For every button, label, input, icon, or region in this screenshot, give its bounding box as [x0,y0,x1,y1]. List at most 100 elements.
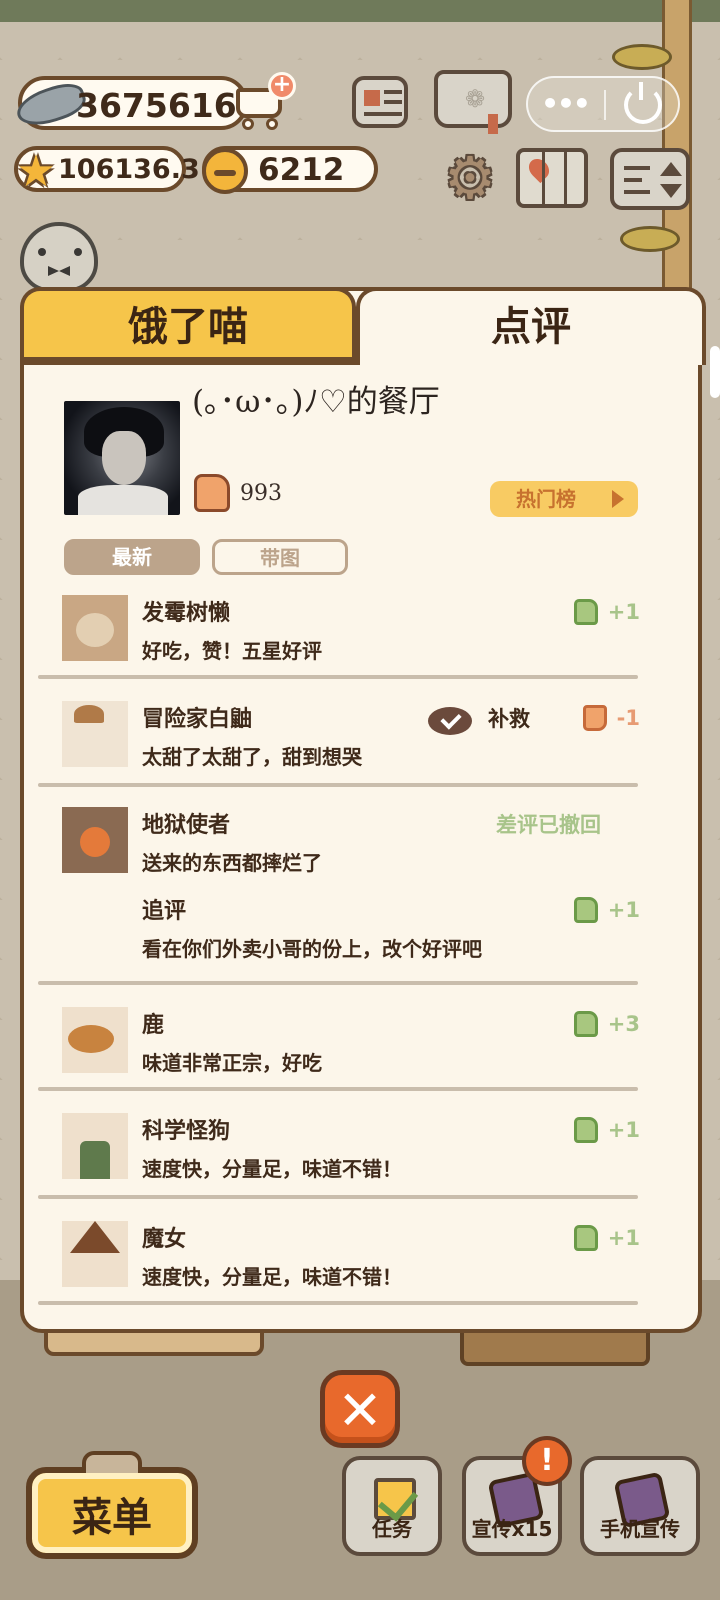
newspaper-line [384,90,402,94]
reviewer-avatar [62,1113,128,1179]
review-text: 速度快，分量足，味道不错！ [142,1265,402,1289]
bookmark-ribbon [488,114,498,134]
cat-tree-leaf [620,226,680,252]
likes-count: 993 [240,480,282,506]
review-divider [38,783,638,787]
review-divider [38,1087,638,1091]
hot-list-label: 热门榜 [516,487,576,511]
score-value: +1 [607,1118,640,1142]
review-divider [38,675,638,679]
remedy-button[interactable]: 补救 [488,703,530,733]
map-button[interactable] [516,148,588,208]
sort-line [624,166,650,170]
clipboard-clip [82,1451,142,1473]
filter-latest[interactable]: 最新 [64,539,200,575]
review-score: +1 [573,897,640,923]
sort-down-icon [660,184,682,198]
thumb-up-icon [573,599,598,625]
menu-button[interactable]: 菜单 [26,1451,198,1559]
score-value: +1 [607,600,640,624]
newspaper-button[interactable] [352,76,408,128]
cart-wheel [266,118,278,130]
sort-line [624,190,650,194]
shop-add-button[interactable]: + [232,72,296,132]
miniprogram-capsule: ••• [526,76,680,132]
score-value: +1 [607,1226,640,1250]
sort-up-icon [660,162,682,176]
bell-currency-display: 6212 [202,146,378,194]
reviewer-avatar [62,807,128,873]
plus-icon: + [268,72,296,100]
review-item: 科学怪狗 速度快，分量足，味道不错！ +1 [62,1113,658,1183]
task-label: 任务 [372,1517,412,1541]
more-dots-icon[interactable]: ••• [540,86,591,122]
star-value: 106136.3 [58,154,200,185]
thumb-up-icon [573,897,598,923]
reviewer-name: 魔女 [142,1227,187,1252]
capsule-separator [604,90,606,120]
task-button[interactable]: 任务 [342,1456,442,1556]
alert-badge: ! [522,1436,572,1486]
score-value: +3 [607,1012,640,1036]
phone-promotion-button[interactable]: 手机宣传 [580,1456,700,1556]
close-panel-button[interactable]: ✕ [320,1370,400,1448]
review-text: 味道非常正宗，好吃 [142,1051,322,1075]
map-fold [542,152,545,206]
newspaper-icon [364,90,380,106]
restaurant-name: (｡･ω･｡)ﾉ♡的餐厅 [192,384,440,420]
reviewer-name: 地狱使者 [142,813,231,838]
cat-tree-leaf [612,44,672,70]
reviewer-name: 冒险家白鼬 [142,707,253,732]
power-icon[interactable] [624,82,662,124]
score-value: +1 [607,898,640,922]
collection-book-button[interactable]: ❁ [434,70,512,134]
map-pin-icon [524,154,554,184]
reviewer-avatar [62,1221,128,1287]
reviewer-name: 科学怪狗 [142,1119,231,1144]
filter-with-images[interactable]: 带图 [212,539,348,575]
review-score: +1 [573,599,640,625]
review-divider [38,1301,638,1305]
restaurant-likes: 993 [194,473,282,513]
scroll-handle[interactable] [710,346,720,398]
thumb-up-icon [573,1117,598,1143]
cat-character[interactable] [20,222,98,292]
review-item: 冒险家白鼬 太甜了太甜了，甜到想哭 补救 -1 [62,701,658,771]
review-divider [38,1195,638,1199]
tab-hungry-meow[interactable]: 饿了喵 [20,287,356,365]
review-item: 发霉树懒 好吃，赞！五星好评 +1 [62,595,658,665]
newspaper-line [384,100,402,104]
restaurant-avatar [64,401,180,515]
score-value: -1 [616,706,640,730]
map-fold [564,152,567,206]
review-text: 太甜了太甜了，甜到想哭 [142,745,362,769]
review-text: 速度快，分量足，味道不错！ [142,1157,402,1181]
review-panel: 饿了喵 点评 (｡･ω･｡)ﾉ♡的餐厅 993 热门榜 最新 带图 发霉树懒 好… [20,287,706,1333]
chat-check-icon[interactable] [428,707,472,735]
background-top-strip [0,0,720,22]
newspaper-line [364,112,402,116]
reviewer-avatar [62,701,128,767]
bell-count: 6212 [258,152,345,188]
review-item: 地狱使者 送来的东西都摔烂了 差评已撤回 追评 看在你们外卖小哥的份上，改个好评… [62,807,658,977]
thumb-up-icon [573,1225,598,1251]
tab-reviews[interactable]: 点评 [356,287,706,365]
gear-icon[interactable]: ⚙ [440,148,500,208]
negative-withdrawn-status: 差评已撤回 [496,813,601,837]
review-item: 鹿 味道非常正宗，好吃 +3 [62,1007,658,1077]
reviewer-name: 鹿 [142,1013,165,1038]
menu-label: 菜单 [72,1495,152,1541]
paw-book-icon: ❁ [464,85,486,113]
star-rating-display: ★ 106136.3 [14,146,200,196]
review-divider [38,981,638,985]
sort-toggle-button[interactable] [610,148,690,210]
review-score: +1 [573,1225,640,1251]
bell-coin-icon [202,148,248,194]
fish-currency-display: 36756160 [12,76,260,132]
reviewer-avatar [62,1007,128,1073]
thumb-up-icon [194,474,230,512]
hot-list-button[interactable]: 热门榜 [490,481,638,517]
thumb-up-icon [573,1011,598,1037]
close-icon: ✕ [337,1379,383,1442]
followup-title: 追评 [142,899,187,924]
